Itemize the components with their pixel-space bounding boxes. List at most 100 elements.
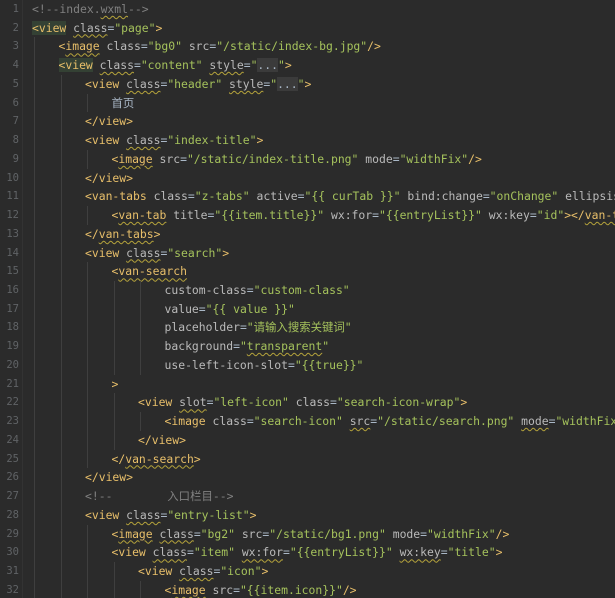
tag-token: /> — [495, 526, 510, 541]
code-line[interactable]: 23 <image class="search-icon" src="/stati… — [0, 412, 615, 431]
code-line[interactable]: 17 value="{{ value }}" — [0, 299, 615, 319]
indent-guide — [34, 543, 35, 563]
fold-token: ... — [277, 76, 298, 91]
indent-guide — [34, 224, 35, 244]
code-area[interactable]: 1 <!--index.wxml--> 2 <view class="page"> 3 <… — [0, 0, 615, 598]
indent-guide — [60, 524, 62, 544]
string-token: " — [278, 58, 285, 73]
code-line[interactable]: 3 <image class="bg0" src="/static/index-b… — [0, 37, 615, 57]
code-line[interactable]: 4 <view class="content" style="..."> — [0, 56, 615, 75]
code-line[interactable]: 1 <!--index.wxml--> — [0, 0, 615, 19]
code-line[interactable]: 2 <view class="page"> — [0, 19, 615, 38]
indent-guide — [87, 281, 88, 300]
attr-token: src — [188, 39, 210, 54]
string-token: "widthFix" — [399, 151, 469, 166]
code-line[interactable]: 27 <!-- 入口栏目--> — [0, 487, 615, 506]
indent-guide — [140, 355, 141, 375]
attr-token: wx:for — [241, 545, 283, 560]
code-line[interactable]: 11 <van-tabs class="z-tabs" active="{{ cu… — [0, 187, 615, 207]
eq-token: = — [282, 545, 290, 560]
line-text: <van-tabs class="z-tabs" active="{{ curT… — [85, 187, 615, 206]
attr-token: title — [173, 208, 208, 223]
code-line[interactable]: 14 <view class="search"> — [0, 243, 615, 263]
eq-token: = — [233, 582, 240, 597]
code-line[interactable]: 21 > — [0, 374, 615, 394]
code-line[interactable]: 6 首页 — [0, 93, 615, 113]
line-number: 4 — [12, 59, 19, 72]
string-token: "page" — [114, 20, 156, 35]
tag-token: /> — [342, 582, 357, 597]
code-line[interactable]: 9 <image src="/static/index-title.png" mo… — [0, 149, 615, 169]
code-line[interactable]: 8 <view class="index-title"> — [0, 131, 615, 150]
indent-guide — [60, 412, 62, 431]
code-line[interactable]: 31 <view class="icon"> — [0, 562, 615, 581]
string-token: "/static/index-title.png" — [186, 151, 359, 166]
eq-token: = — [287, 357, 295, 372]
line-number: 7 — [12, 115, 19, 128]
line-text: <view class="entry-list"> — [85, 506, 256, 525]
line-number: 5 — [12, 77, 19, 90]
indent-guide — [87, 299, 88, 319]
line-number: 28 — [6, 508, 19, 521]
code-line[interactable]: 25 </van-search> — [0, 449, 615, 469]
code-line[interactable]: 30 <view class="item" wx:for="{{entryList… — [0, 543, 615, 563]
string-token: "z-tabs" — [194, 189, 250, 204]
line-number: 6 — [12, 96, 19, 109]
line-text: <image class="search-icon" src="/static/… — [165, 412, 615, 431]
indent-guide — [34, 56, 35, 75]
tag-token: > — [304, 76, 312, 91]
indent-guide — [87, 524, 88, 544]
indent-guide — [60, 449, 62, 469]
code-line[interactable]: 22 <view slot="left-icon" class="search-i… — [0, 393, 615, 413]
line-text: background="transparent" — [165, 337, 330, 356]
code-line[interactable]: 16 custom-class="custom-class" — [0, 281, 615, 300]
code-line[interactable]: 29 <image class="bg2" src="/static/bg1.pn… — [0, 524, 615, 544]
indent-guide — [34, 131, 35, 150]
code-line[interactable]: 20 use-left-icon-slot="{{true}}" — [0, 355, 615, 375]
code-line[interactable]: 28 <view class="entry-list"> — [0, 505, 615, 525]
code-line[interactable]: 13 </van-tabs> — [0, 224, 615, 244]
attr-token: class — [153, 189, 188, 204]
code-editor[interactable]: 1 <!--index.wxml--> 2 <view class="page"> 3 <… — [0, 0, 615, 598]
tag-token: <view — [138, 395, 173, 410]
code-line[interactable]: 5 <view class="header" style="..."> — [0, 74, 615, 94]
indent-guide — [60, 430, 62, 450]
attr-token: class — [99, 58, 134, 73]
line-number: 24 — [6, 433, 19, 446]
code-line[interactable]: 18 placeholder="请输入搜索关键词" — [0, 318, 615, 338]
code-line[interactable]: 19 background="transparent" — [0, 337, 615, 356]
attr-token: class — [106, 39, 141, 54]
code-line[interactable]: 15 <van-search — [0, 262, 615, 282]
tag-token: <view — [85, 507, 120, 522]
code-line[interactable]: 10 </view> — [0, 168, 615, 188]
tag-token: <view — [85, 133, 120, 148]
indent-guide — [87, 449, 88, 469]
tag-token: > — [460, 395, 468, 410]
indent-guide — [113, 412, 115, 431]
indent-guide — [60, 112, 62, 132]
tag-token: /> — [468, 151, 482, 166]
indent-guide — [34, 93, 35, 113]
indent-guide — [60, 299, 62, 319]
fold-token: ... — [257, 58, 278, 73]
eq-token: = — [243, 58, 251, 73]
tag-token: <view — [85, 245, 120, 260]
tag-token: </view> — [85, 114, 134, 129]
indent-guide — [87, 337, 88, 356]
attr-token: style — [209, 58, 244, 73]
indent-guide — [34, 243, 35, 263]
eq-token: = — [420, 526, 428, 541]
line-text: </view> — [85, 112, 133, 131]
indent-guide — [140, 299, 141, 319]
code-line[interactable]: 32 <image src="{{item.icon}}"/> — [0, 580, 615, 598]
code-line[interactable]: 24 </view> — [0, 430, 615, 450]
code-line[interactable]: 7 </view> — [0, 112, 615, 132]
tag-token: > — [155, 20, 163, 35]
code-line[interactable]: 12 <van-tab title="{{item.title}}" wx:for… — [0, 206, 615, 225]
line-text: <view class="content" style="..."> — [58, 56, 292, 75]
code-line[interactable]: 26 </view> — [0, 468, 615, 488]
